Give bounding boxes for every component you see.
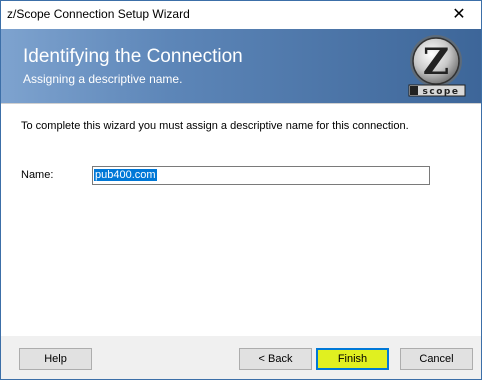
name-input[interactable]: pub400.com (92, 166, 430, 185)
help-button[interactable]: Help (19, 348, 92, 370)
name-label: Name: (21, 169, 54, 181)
logo-text: scope (423, 87, 460, 97)
finish-button[interactable]: Finish (316, 348, 389, 370)
wizard-content: To complete this wizard you must assign … (1, 103, 481, 336)
page-subtitle: Assigning a descriptive name. (23, 72, 183, 86)
back-button[interactable]: < Back (239, 348, 312, 370)
title-bar: z/Scope Connection Setup Wizard ✕ (1, 1, 481, 29)
instruction-text: To complete this wizard you must assign … (21, 120, 409, 132)
logo-letter: Z (423, 41, 449, 83)
name-input-value: pub400.com (94, 169, 157, 181)
close-icon[interactable]: ✕ (437, 1, 481, 29)
page-title: Identifying the Connection (23, 46, 243, 67)
cancel-button[interactable]: Cancel (400, 348, 473, 370)
zscope-logo: Z scope (408, 35, 466, 97)
button-bar: Help < Back Finish Cancel (1, 336, 481, 379)
wizard-header: Identifying the Connection Assigning a d… (1, 29, 481, 103)
wizard-window: z/Scope Connection Setup Wizard ✕ Identi… (0, 0, 482, 380)
window-title: z/Scope Connection Setup Wizard (7, 7, 190, 21)
